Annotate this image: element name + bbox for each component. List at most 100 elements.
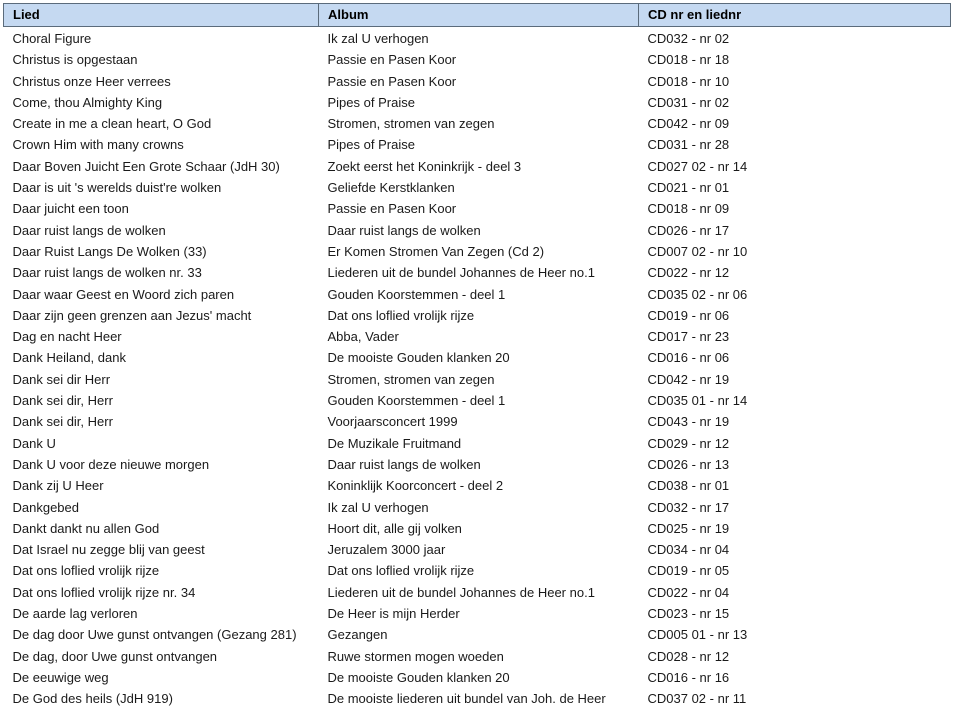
table-row[interactable]: Dankgebed Ik zal U verhogen CD032 - nr 17 — [4, 497, 951, 518]
table-row[interactable]: Daar juicht een toon Passie en Pasen Koor… — [4, 198, 951, 219]
cell-album[interactable]: Passie en Pasen Koor — [319, 198, 639, 219]
cell-album[interactable]: Passie en Pasen Koor — [319, 49, 639, 70]
cell-album[interactable]: De Heer is mijn Herder — [319, 603, 639, 624]
table-row[interactable]: De dag, door Uwe gunst ontvangen Ruwe sto… — [4, 646, 951, 667]
table-row[interactable]: Christus onze Heer verrees Passie en Pase… — [4, 71, 951, 92]
table-row[interactable]: Dank sei dir, Herr Gouden Koorstemmen - d… — [4, 390, 951, 411]
cell-lied[interactable]: De dag, door Uwe gunst ontvangen — [4, 646, 319, 667]
cell-lied[interactable]: Daar waar Geest en Woord zich paren — [4, 284, 319, 305]
cell-album[interactable]: Ruwe stormen mogen woeden — [319, 646, 639, 667]
cell-lied[interactable]: Dank U — [4, 433, 319, 454]
table-row[interactable]: Daar ruist langs de wolken nr. 33 Liedere… — [4, 262, 951, 283]
cell-cd-number[interactable]: CD032 - nr 02 — [639, 27, 951, 50]
cell-album[interactable]: Koninklijk Koorconcert - deel 2 — [319, 475, 639, 496]
table-row[interactable]: Daar ruist langs de wolken Daar ruist lan… — [4, 220, 951, 241]
cell-lied[interactable]: Dank sei dir, Herr — [4, 390, 319, 411]
cell-lied[interactable]: Daar ruist langs de wolken nr. 33 — [4, 262, 319, 283]
cell-lied[interactable]: De dag door Uwe gunst ontvangen (Gezang … — [4, 624, 319, 645]
cell-cd-number[interactable]: CD038 - nr 01 — [639, 475, 951, 496]
cell-album[interactable]: Liederen uit de bundel Johannes de Heer … — [319, 582, 639, 603]
cell-cd-number[interactable]: CD035 01 - nr 14 — [639, 390, 951, 411]
cell-lied[interactable]: Come, thou Almighty King — [4, 92, 319, 113]
table-row[interactable]: Dank U De Muzikale Fruitmand CD029 - nr 12 — [4, 433, 951, 454]
cell-album[interactable]: Voorjaarsconcert 1999 — [319, 411, 639, 432]
cell-cd-number[interactable]: CD016 - nr 16 — [639, 667, 951, 688]
cell-album[interactable]: Hoort dit, alle gij volken — [319, 518, 639, 539]
cell-lied[interactable]: Daar is uit 's werelds duist're wolken — [4, 177, 319, 198]
cell-cd-number[interactable]: CD031 - nr 02 — [639, 92, 951, 113]
cell-lied[interactable]: Dank U voor deze nieuwe morgen — [4, 454, 319, 475]
table-row[interactable]: Dat Israel nu zegge blij van geest Jeruza… — [4, 539, 951, 560]
cell-lied[interactable]: Crown Him with many crowns — [4, 134, 319, 155]
cell-lied[interactable]: Dat ons loflied vrolijk rijze nr. 34 — [4, 582, 319, 603]
cell-cd-number[interactable]: CD018 - nr 09 — [639, 198, 951, 219]
table-row[interactable]: Daar Ruist Langs De Wolken (33) Er Komen … — [4, 241, 951, 262]
cell-cd-number[interactable]: CD034 - nr 04 — [639, 539, 951, 560]
table-row[interactable]: De God des heils (JdH 919) De mooiste lie… — [4, 688, 951, 709]
cell-cd-number[interactable]: CD022 - nr 12 — [639, 262, 951, 283]
cell-lied[interactable]: Dat ons loflied vrolijk rijze — [4, 560, 319, 581]
cell-album[interactable]: Dat ons loflied vrolijk rijze — [319, 305, 639, 326]
table-row[interactable]: Dat ons loflied vrolijk rijze nr. 34 Lied… — [4, 582, 951, 603]
cell-cd-number[interactable]: CD042 - nr 09 — [639, 113, 951, 134]
cell-cd-number[interactable]: CD029 - nr 12 — [639, 433, 951, 454]
cell-album[interactable]: Liederen uit de bundel Johannes de Heer … — [319, 262, 639, 283]
cell-lied[interactable]: Create in me a clean heart, O God — [4, 113, 319, 134]
cell-cd-number[interactable]: CD023 - nr 15 — [639, 603, 951, 624]
cell-album[interactable]: Abba, Vader — [319, 326, 639, 347]
cell-cd-number[interactable]: CD019 - nr 06 — [639, 305, 951, 326]
table-row[interactable]: Daar Boven Juicht Een Grote Schaar (JdH … — [4, 156, 951, 177]
table-row[interactable]: Daar is uit 's werelds duist're wolken Ge… — [4, 177, 951, 198]
cell-album[interactable]: Er Komen Stromen Van Zegen (Cd 2) — [319, 241, 639, 262]
cell-lied[interactable]: De eeuwige weg — [4, 667, 319, 688]
cell-lied[interactable]: Christus is opgestaan — [4, 49, 319, 70]
cell-lied[interactable]: Dank zij U Heer — [4, 475, 319, 496]
cell-lied[interactable]: Dat Israel nu zegge blij van geest — [4, 539, 319, 560]
column-header-lied[interactable]: Lied — [3, 3, 319, 27]
cell-album[interactable]: Gouden Koorstemmen - deel 1 — [319, 390, 639, 411]
cell-cd-number[interactable]: CD028 - nr 12 — [639, 646, 951, 667]
cell-album[interactable]: Stromen, stromen van zegen — [319, 369, 639, 390]
column-header-cd[interactable]: CD nr en liednr — [638, 3, 951, 27]
cell-lied[interactable]: Choral Figure — [4, 27, 319, 50]
cell-album[interactable]: Gouden Koorstemmen - deel 1 — [319, 284, 639, 305]
table-row[interactable]: Crown Him with many crowns Pipes of Prais… — [4, 134, 951, 155]
cell-album[interactable]: Ik zal U verhogen — [319, 497, 639, 518]
cell-album[interactable]: Geliefde Kerstklanken — [319, 177, 639, 198]
cell-cd-number[interactable]: CD031 - nr 28 — [639, 134, 951, 155]
cell-lied[interactable]: Dankt dankt nu allen God — [4, 518, 319, 539]
table-row[interactable]: Dankt dankt nu allen God Hoort dit, alle … — [4, 518, 951, 539]
cell-cd-number[interactable]: CD032 - nr 17 — [639, 497, 951, 518]
cell-album[interactable]: Dat ons loflied vrolijk rijze — [319, 560, 639, 581]
table-row[interactable]: De eeuwige weg De mooiste Gouden klanken … — [4, 667, 951, 688]
cell-lied[interactable]: Dankgebed — [4, 497, 319, 518]
cell-lied[interactable]: Dank Heiland, dank — [4, 347, 319, 368]
cell-cd-number[interactable]: CD042 - nr 19 — [639, 369, 951, 390]
cell-lied[interactable]: De God des heils (JdH 919) — [4, 688, 319, 709]
cell-lied[interactable]: De aarde lag verloren — [4, 603, 319, 624]
cell-album[interactable]: De mooiste Gouden klanken 20 — [319, 347, 639, 368]
cell-lied[interactable]: Dank sei dir, Herr — [4, 411, 319, 432]
table-row[interactable]: Create in me a clean heart, O God Stromen… — [4, 113, 951, 134]
cell-cd-number[interactable]: CD025 - nr 19 — [639, 518, 951, 539]
column-header-album[interactable]: Album — [318, 3, 639, 27]
table-row[interactable]: De dag door Uwe gunst ontvangen (Gezang … — [4, 624, 951, 645]
table-row[interactable]: Dag en nacht Heer Abba, Vader CD017 - nr 2… — [4, 326, 951, 347]
cell-cd-number[interactable]: CD037 02 - nr 11 — [639, 688, 951, 709]
cell-lied[interactable]: Daar ruist langs de wolken — [4, 220, 319, 241]
table-row[interactable]: Christus is opgestaan Passie en Pasen Koo… — [4, 49, 951, 70]
cell-album[interactable]: Pipes of Praise — [319, 134, 639, 155]
cell-album[interactable]: Zoekt eerst het Koninkrijk - deel 3 — [319, 156, 639, 177]
cell-cd-number[interactable]: CD016 - nr 06 — [639, 347, 951, 368]
cell-cd-number[interactable]: CD022 - nr 04 — [639, 582, 951, 603]
cell-cd-number[interactable]: CD027 02 - nr 14 — [639, 156, 951, 177]
cell-album[interactable]: Jeruzalem 3000 jaar — [319, 539, 639, 560]
cell-cd-number[interactable]: CD026 - nr 13 — [639, 454, 951, 475]
cell-album[interactable]: Stromen, stromen van zegen — [319, 113, 639, 134]
cell-lied[interactable]: Daar juicht een toon — [4, 198, 319, 219]
cell-lied[interactable]: Christus onze Heer verrees — [4, 71, 319, 92]
cell-album[interactable]: De mooiste liederen uit bundel van Joh. … — [319, 688, 639, 709]
cell-cd-number[interactable]: CD018 - nr 18 — [639, 49, 951, 70]
cell-album[interactable]: Daar ruist langs de wolken — [319, 220, 639, 241]
table-row[interactable]: Dank U voor deze nieuwe morgen Daar ruist… — [4, 454, 951, 475]
